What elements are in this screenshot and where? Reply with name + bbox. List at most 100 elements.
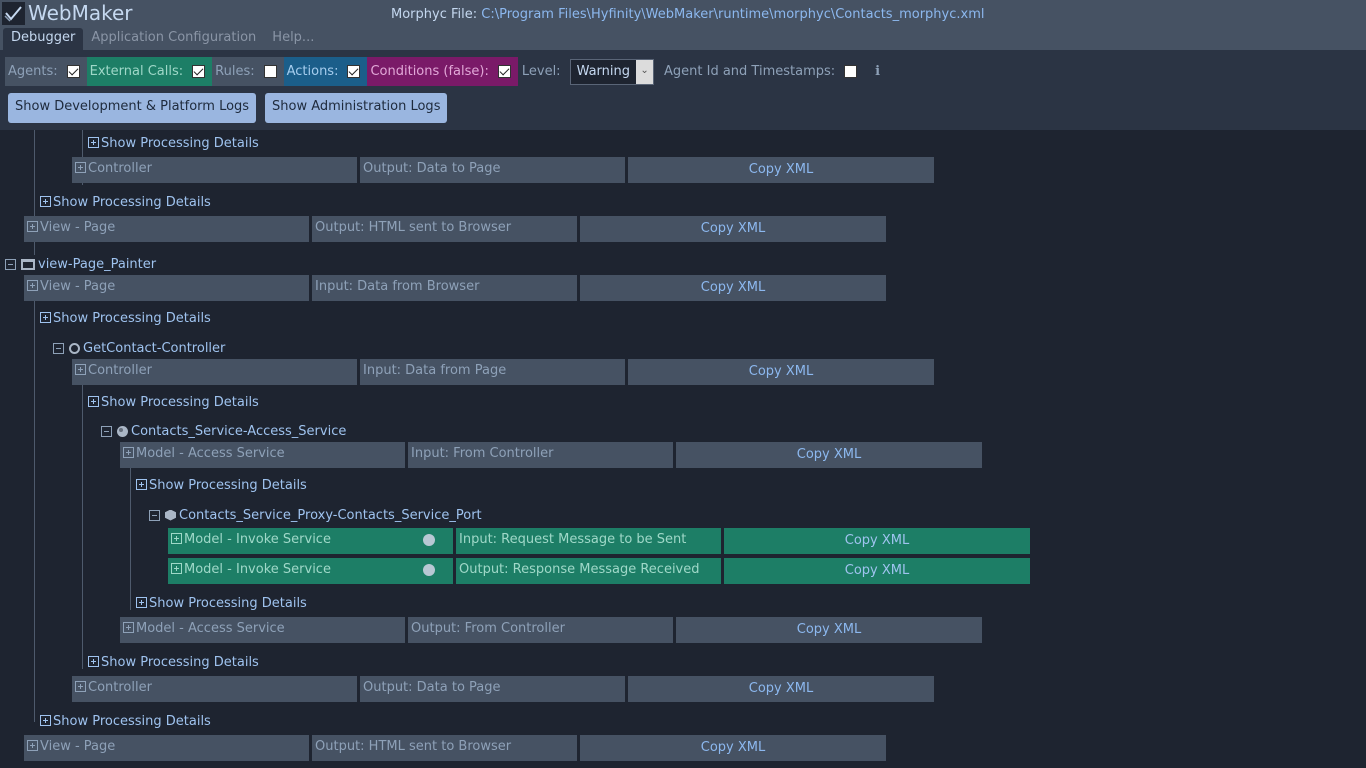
show-dev-logs-button[interactable]: Show Development & Platform Logs bbox=[8, 93, 257, 123]
filter-rules: Rules: bbox=[212, 57, 284, 86]
info-icon[interactable]: i bbox=[875, 64, 880, 79]
show-processing-details[interactable]: Show Processing Details bbox=[88, 136, 259, 154]
copy-xml-button[interactable]: Copy XML bbox=[580, 735, 886, 761]
row-io: Input: Data from Browser bbox=[312, 275, 577, 301]
row-io: Output: Data to Page bbox=[360, 157, 625, 183]
actions-checkbox[interactable] bbox=[347, 65, 361, 78]
show-processing-details[interactable]: Show Processing Details bbox=[88, 395, 259, 413]
row-name[interactable]: Controller bbox=[72, 157, 357, 183]
table-row-external-call: Model - Invoke Service Output: Response … bbox=[168, 558, 1030, 584]
row-name[interactable]: Model - Invoke Service bbox=[168, 528, 453, 554]
row-name[interactable]: Controller bbox=[72, 359, 357, 385]
app-header: WebMaker Morphyc File: C:\Program Files\… bbox=[0, 0, 1366, 50]
expand-icon[interactable] bbox=[75, 681, 86, 692]
globe-icon bbox=[423, 564, 435, 576]
row-name[interactable]: View - Page bbox=[24, 275, 309, 301]
copy-xml-button[interactable]: Copy XML bbox=[676, 617, 982, 643]
collapse-icon[interactable] bbox=[53, 342, 64, 354]
show-processing-details[interactable]: Show Processing Details bbox=[40, 714, 211, 732]
expand-icon[interactable] bbox=[88, 396, 99, 407]
expand-icon[interactable] bbox=[123, 622, 134, 633]
row-name[interactable]: Controller bbox=[72, 676, 357, 702]
tab-help[interactable]: Help... bbox=[264, 28, 322, 50]
copy-xml-button[interactable]: Copy XML bbox=[724, 558, 1030, 584]
rules-checkbox[interactable] bbox=[263, 65, 277, 78]
expand-icon[interactable] bbox=[171, 533, 182, 544]
filter-conditions: Conditions (false): bbox=[367, 57, 518, 86]
agent-id-label: Agent Id and Timestamps: bbox=[664, 64, 836, 79]
tree-node-proxy[interactable]: Contacts_Service_Proxy-Contacts_Service_… bbox=[149, 506, 482, 524]
tree-line bbox=[130, 467, 131, 610]
expand-icon[interactable] bbox=[136, 597, 147, 608]
copy-xml-button[interactable]: Copy XML bbox=[724, 528, 1030, 554]
package-icon bbox=[165, 509, 176, 521]
show-processing-details[interactable]: Show Processing Details bbox=[136, 596, 307, 614]
copy-xml-button[interactable]: Copy XML bbox=[580, 216, 886, 242]
copy-xml-button[interactable]: Copy XML bbox=[628, 676, 934, 702]
expand-icon[interactable] bbox=[27, 221, 38, 232]
expand-icon[interactable] bbox=[123, 447, 134, 458]
show-processing-details[interactable]: Show Processing Details bbox=[136, 478, 307, 496]
show-processing-details[interactable]: Show Processing Details bbox=[88, 655, 259, 673]
row-io: Output: HTML sent to Browser bbox=[312, 735, 577, 761]
debug-toolbar: Agents: External Calls: Rules: Actions: … bbox=[0, 50, 1366, 130]
expand-icon[interactable] bbox=[27, 740, 38, 751]
row-name[interactable]: View - Page bbox=[24, 216, 309, 242]
tab-application-configuration[interactable]: Application Configuration bbox=[83, 28, 264, 50]
external-calls-label: External Calls: bbox=[89, 64, 184, 79]
collapse-icon[interactable] bbox=[101, 425, 112, 437]
expand-icon[interactable] bbox=[27, 280, 38, 291]
show-processing-details[interactable]: Show Processing Details bbox=[40, 311, 211, 329]
external-calls-checkbox[interactable] bbox=[192, 65, 206, 78]
collapse-icon[interactable] bbox=[5, 258, 16, 270]
rules-label: Rules: bbox=[215, 64, 255, 79]
expand-icon[interactable] bbox=[88, 656, 99, 667]
conditions-label: Conditions (false): bbox=[370, 64, 489, 79]
row-name[interactable]: View - Page bbox=[24, 735, 309, 761]
table-row: View - Page Output: HTML sent to Browser… bbox=[24, 735, 886, 761]
tree-node-access-service[interactable]: Contacts_Service-Access_Service bbox=[101, 422, 346, 440]
row-io: Output: Data to Page bbox=[360, 676, 625, 702]
expand-icon[interactable] bbox=[136, 479, 147, 490]
copy-xml-button[interactable]: Copy XML bbox=[628, 359, 934, 385]
filter-external-calls: External Calls: bbox=[86, 57, 213, 86]
tree-node-page[interactable]: view-Page_Painter bbox=[5, 255, 156, 273]
row-io: Output: HTML sent to Browser bbox=[312, 216, 577, 242]
row-io: Input: Data from Page bbox=[360, 359, 625, 385]
copy-xml-button[interactable]: Copy XML bbox=[580, 275, 886, 301]
controller-icon bbox=[69, 342, 80, 354]
table-row: View - Page Output: HTML sent to Browser… bbox=[24, 216, 886, 242]
webmaker-logo-icon bbox=[2, 2, 25, 25]
show-admin-logs-button[interactable]: Show Administration Logs bbox=[265, 93, 448, 123]
expand-icon[interactable] bbox=[40, 312, 51, 323]
row-name[interactable]: Model - Invoke Service bbox=[168, 558, 453, 584]
expand-icon[interactable] bbox=[40, 196, 51, 207]
filter-agents: Agents: bbox=[5, 57, 87, 86]
copy-xml-button[interactable]: Copy XML bbox=[676, 442, 982, 468]
file-path-link[interactable]: C:\Program Files\Hyfinity\WebMaker\runti… bbox=[481, 7, 984, 22]
row-name[interactable]: Model - Access Service bbox=[120, 617, 405, 643]
agents-label: Agents: bbox=[8, 64, 58, 79]
expand-icon[interactable] bbox=[88, 137, 99, 148]
conditions-checkbox[interactable] bbox=[497, 65, 511, 78]
collapse-icon[interactable] bbox=[149, 509, 160, 521]
chevron-down-icon[interactable]: ⌄ bbox=[636, 59, 654, 84]
level-select[interactable]: Warning ⌄ bbox=[569, 58, 655, 85]
globe-icon bbox=[423, 534, 435, 546]
copy-xml-button[interactable]: Copy XML bbox=[628, 157, 934, 183]
show-processing-details[interactable]: Show Processing Details bbox=[40, 195, 211, 213]
expand-icon[interactable] bbox=[75, 364, 86, 375]
tab-debugger[interactable]: Debugger bbox=[3, 28, 84, 50]
agent-id-checkbox[interactable] bbox=[844, 65, 858, 78]
morphyc-file: Morphyc File: C:\Program Files\Hyfinity\… bbox=[391, 7, 984, 22]
row-io: Input: From Controller bbox=[408, 442, 673, 468]
expand-icon[interactable] bbox=[171, 563, 182, 574]
tree-node-controller[interactable]: GetContact-Controller bbox=[53, 339, 225, 357]
filter-actions: Actions: bbox=[283, 57, 368, 86]
expand-icon[interactable] bbox=[75, 162, 86, 173]
row-io: Output: From Controller bbox=[408, 617, 673, 643]
row-name[interactable]: Model - Access Service bbox=[120, 442, 405, 468]
agents-checkbox[interactable] bbox=[66, 65, 80, 78]
table-row: Controller Output: Data to Page Copy XML bbox=[72, 676, 934, 702]
expand-icon[interactable] bbox=[40, 715, 51, 726]
